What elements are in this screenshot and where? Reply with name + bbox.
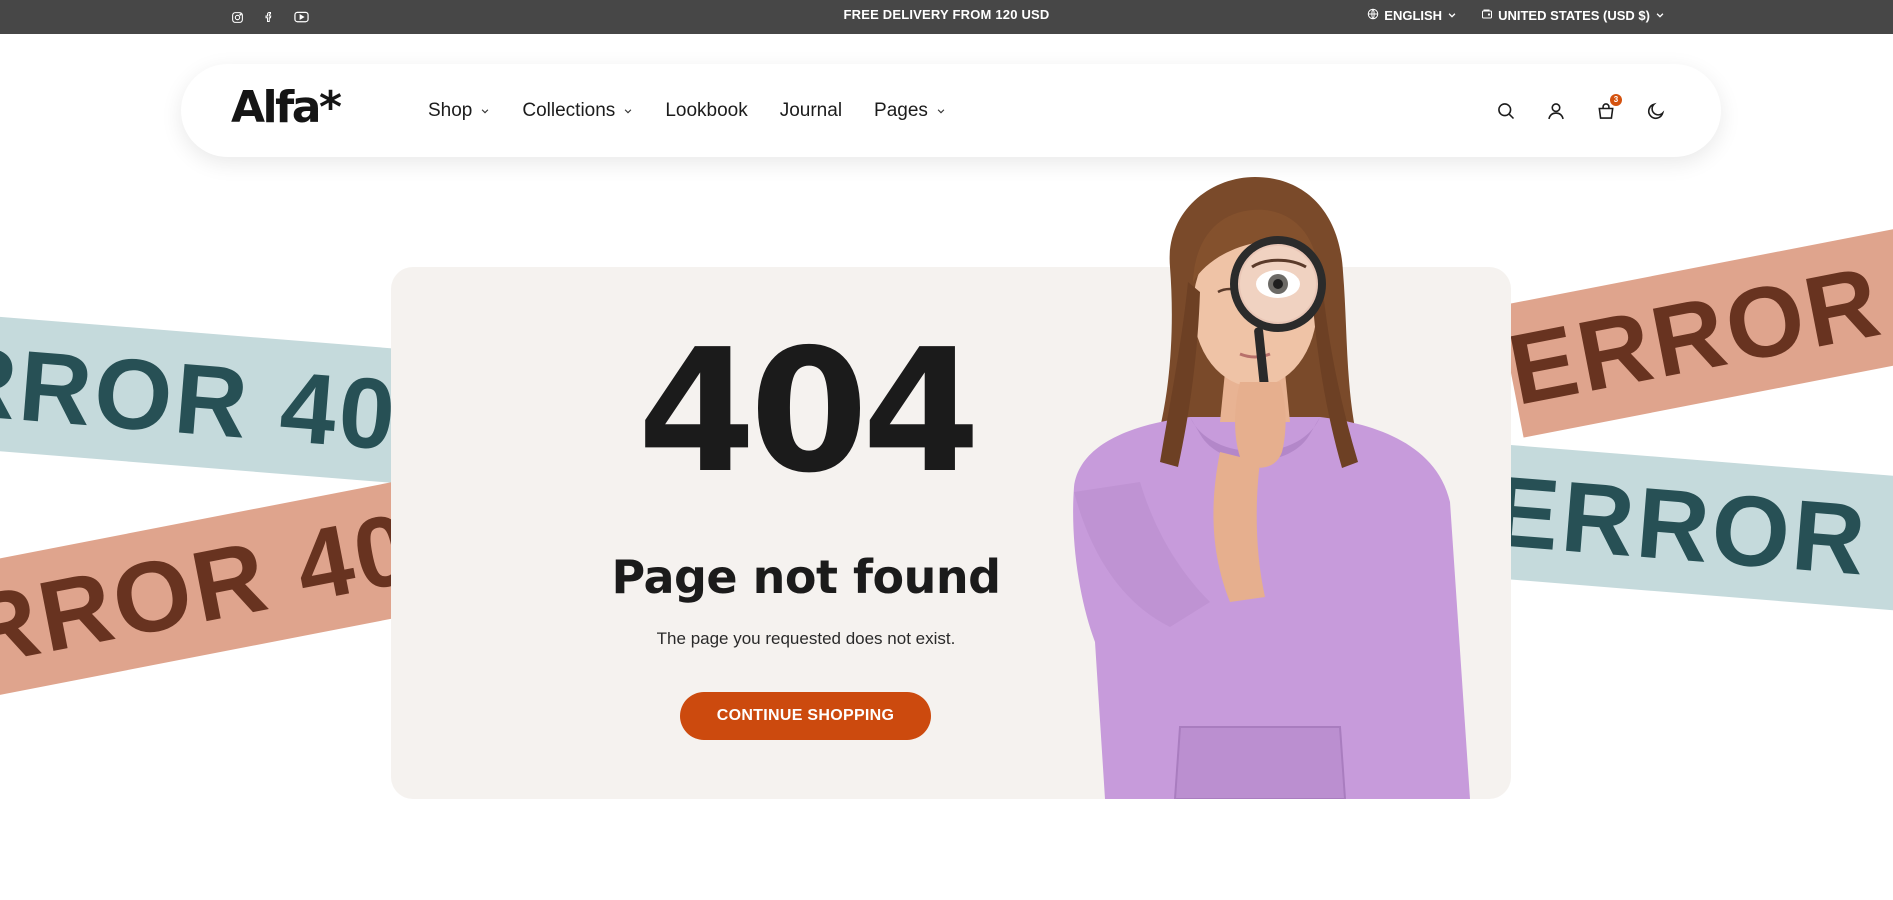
language-label: ENGLISH [1384,7,1443,23]
announcement-bar: FREE DELIVERY FROM 120 USD ENGLISH UNITE… [0,0,1893,34]
theme-toggle-icon[interactable] [1645,100,1667,122]
account-icon[interactable] [1545,100,1567,122]
language-selector[interactable]: ENGLISH [1367,8,1457,23]
nav-item-collections[interactable]: Collections [522,100,633,122]
wallet-icon [1481,8,1493,23]
chevron-down-icon [1655,8,1665,23]
nav-item-pages[interactable]: Pages [874,100,946,122]
error-ribbon-left-top: RROR 404 [0,312,461,485]
chevron-down-icon [936,106,946,116]
currency-selector[interactable]: UNITED STATES (USD $) [1481,8,1665,23]
error-ribbon-right-bottom: ERROR 4 [1487,444,1893,617]
cart-count-badge: 3 [1610,93,1622,106]
nav-item-label: Collections [522,99,616,121]
youtube-icon[interactable] [293,9,309,25]
chevron-down-icon [623,106,633,116]
localization-selectors: ENGLISH UNITED STATES (USD $) [1367,0,1665,30]
site-header: Alfa* Shop Collections Lookbook Journal … [181,64,1721,157]
error-ribbon-right-top: ERROR 4 [1498,214,1893,438]
search-icon[interactable] [1495,100,1517,122]
nav-item-label: Journal [779,99,843,121]
nav-item-label: Lookbook [665,99,748,121]
nav-item-label: Shop [428,99,473,121]
continue-shopping-button[interactable]: CONTINUE SHOPPING [680,692,931,740]
main-navigation: Shop Collections Lookbook Journal Pages [428,64,946,157]
chevron-down-icon [480,106,490,116]
social-links [229,0,309,34]
site-logo[interactable]: Alfa* [231,82,342,133]
facebook-icon[interactable] [261,9,277,25]
cart-icon[interactable]: 3 [1595,93,1622,122]
nav-item-journal[interactable]: Journal [780,100,842,122]
instagram-icon[interactable] [229,9,245,25]
page: FREE DELIVERY FROM 120 USD ENGLISH UNITE… [0,0,1893,900]
globe-icon [1367,8,1379,23]
nav-item-lookbook[interactable]: Lookbook [665,100,747,122]
error-ribbon-left-bottom: RROR 404 [0,478,481,702]
nav-item-label: Pages [874,99,928,121]
currency-label: UNITED STATES (USD $) [1498,7,1650,23]
nav-item-shop[interactable]: Shop [428,100,490,122]
chevron-down-icon [1447,8,1457,23]
model-with-magnifier-image [1060,172,1500,799]
header-actions: 3 [1495,64,1667,157]
